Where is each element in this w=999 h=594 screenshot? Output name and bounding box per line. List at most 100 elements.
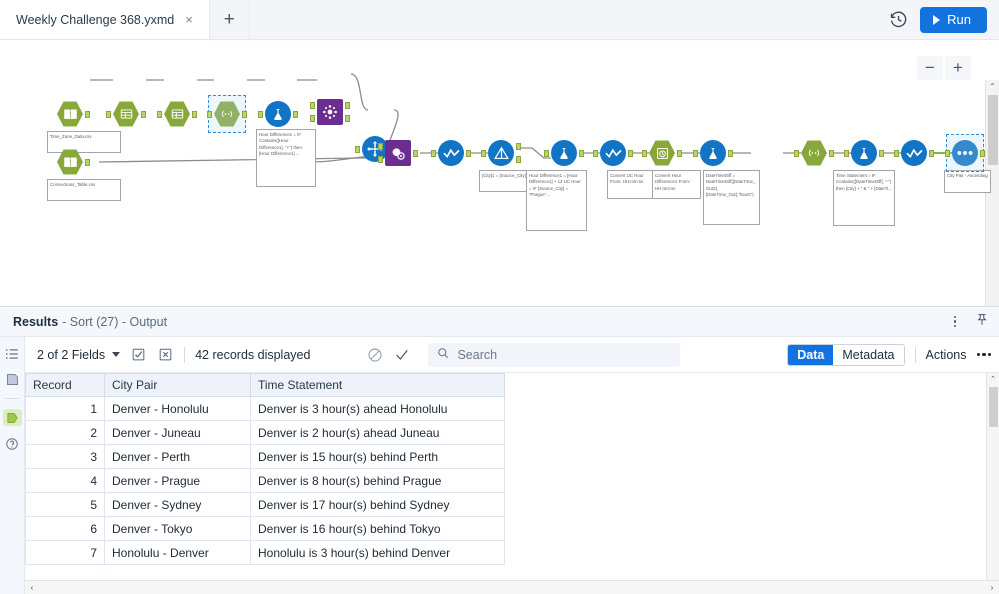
- scroll-right-arrow[interactable]: ›: [985, 583, 999, 592]
- output-anchor-true[interactable]: [516, 143, 521, 150]
- tool-formula-2[interactable]: Hour Difference1 = [Hour Difference1] + …: [526, 140, 587, 231]
- table-row[interactable]: 2 Denver - Juneau Denver is 2 hour(s) ah…: [25, 420, 505, 445]
- grid-horizontal-scrollbar[interactable]: ‹ ›: [25, 580, 999, 594]
- output-anchor[interactable]: [879, 150, 884, 157]
- column-header-time-statement[interactable]: Time Statement: [250, 373, 505, 397]
- scroll-left-arrow[interactable]: ‹: [25, 583, 39, 592]
- tool-filter[interactable]: [City]1 = [Source_City]: [479, 140, 534, 192]
- output-anchor-false[interactable]: [516, 156, 521, 163]
- input-anchor[interactable]: [207, 111, 212, 118]
- input-anchor[interactable]: [794, 150, 799, 157]
- input-anchor[interactable]: [844, 150, 849, 157]
- results-grid[interactable]: Record City Pair Time Statement 1 Denver…: [25, 373, 999, 594]
- input-anchor-top[interactable]: [310, 102, 315, 109]
- tab-metadata[interactable]: Metadata: [833, 344, 904, 365]
- tool-select-1[interactable]: [106, 101, 146, 127]
- input-anchor-left[interactable]: [378, 143, 383, 150]
- tool-datetime-2[interactable]: Convert Hour Difference1 From: HH:mm:ss …: [652, 140, 760, 225]
- input-anchor[interactable]: [258, 111, 263, 118]
- output-anchor[interactable]: [192, 111, 197, 118]
- output-anchor[interactable]: [85, 159, 90, 166]
- tab-data[interactable]: Data: [788, 344, 834, 365]
- input-anchor-right[interactable]: [378, 156, 383, 163]
- table-row[interactable]: 6 Denver - Tokyo Denver is 16 hour(s) be…: [25, 516, 505, 541]
- output-anchor[interactable]: [628, 150, 633, 157]
- run-button[interactable]: Run: [920, 6, 987, 33]
- scrollbar-thumb[interactable]: [988, 95, 998, 165]
- no-entry-icon[interactable]: [366, 346, 383, 363]
- list-view-icon[interactable]: [3, 345, 22, 362]
- output-anchor[interactable]: [677, 150, 682, 157]
- input-anchor[interactable]: [157, 111, 162, 118]
- tool-select-records-1[interactable]: [431, 140, 471, 166]
- output-anchor[interactable]: [929, 150, 934, 157]
- output-anchor[interactable]: [242, 111, 247, 118]
- tool-regex-2[interactable]: [794, 140, 834, 166]
- output-anchor[interactable]: [829, 150, 834, 157]
- tool-select-records-3[interactable]: [894, 140, 934, 166]
- checkbox-clear-icon[interactable]: [157, 346, 174, 363]
- tool-formula-1[interactable]: Hour Difference1 = IF Contains([Hour Dif…: [256, 101, 316, 187]
- input-anchor[interactable]: [355, 146, 360, 153]
- input-anchor[interactable]: [106, 111, 111, 118]
- input-anchor[interactable]: [693, 150, 698, 157]
- fields-dropdown[interactable]: 2 of 2 Fields: [37, 348, 121, 362]
- input-anchor[interactable]: [593, 150, 598, 157]
- tool-datetime-1[interactable]: Convert UC Hour From: HH:mm:ss: [607, 140, 682, 199]
- zoom-in-button[interactable]: +: [945, 56, 971, 80]
- input-anchor[interactable]: [544, 150, 549, 157]
- workflow-tab[interactable]: Weekly Challenge 368.yxmd ×: [0, 0, 210, 39]
- help-icon[interactable]: [3, 435, 22, 452]
- close-icon[interactable]: ×: [183, 11, 195, 28]
- actions-button[interactable]: Actions: [926, 348, 967, 362]
- table-row[interactable]: 1 Denver - Honolulu Denver is 3 hour(s) …: [25, 396, 505, 421]
- more-vertical-icon[interactable]: [951, 313, 960, 331]
- search-input[interactable]: [455, 346, 672, 363]
- tool-input-data-2[interactable]: Connections_Table.csv: [47, 149, 121, 201]
- search-box[interactable]: [428, 342, 681, 367]
- table-row[interactable]: 5 Denver - Sydney Denver is 17 hour(s) b…: [25, 492, 505, 517]
- input-anchor[interactable]: [431, 150, 436, 157]
- input-anchor[interactable]: [945, 150, 950, 157]
- zoom-out-button[interactable]: −: [917, 56, 943, 80]
- table-row[interactable]: 7 Honolulu - Denver Honolulu is 3 hour(s…: [25, 540, 505, 565]
- tool-regex-1[interactable]: [207, 95, 247, 133]
- tool-select-records-2[interactable]: [593, 140, 633, 166]
- column-header-record[interactable]: Record: [25, 373, 105, 397]
- output-anchor[interactable]: [466, 150, 471, 157]
- tool-input-data-1[interactable]: Time_Zone_Data.csv: [47, 101, 121, 153]
- input-anchor[interactable]: [642, 150, 647, 157]
- input-anchor[interactable]: [894, 150, 899, 157]
- output-anchor[interactable]: [980, 150, 985, 157]
- output-anchor-join[interactable]: [413, 150, 418, 157]
- output-anchor[interactable]: [293, 111, 298, 118]
- checkmark-icon[interactable]: [393, 346, 410, 363]
- tool-formula-4[interactable]: Time Statement = IF Contains([DateTimeDi…: [833, 140, 895, 226]
- checkbox-checked-icon[interactable]: [130, 346, 147, 363]
- tool-select-2[interactable]: [157, 101, 197, 127]
- scrollbar-thumb[interactable]: [989, 387, 998, 427]
- scroll-up-arrow[interactable]: ⌃: [986, 80, 999, 93]
- output-anchor[interactable]: [85, 111, 90, 118]
- data-box-icon[interactable]: [3, 371, 22, 388]
- output-anchor[interactable]: [141, 111, 146, 118]
- more-horizontal-icon[interactable]: [976, 352, 991, 357]
- output-anchor[interactable]: [579, 150, 584, 157]
- column-header-city-pair[interactable]: City Pair: [104, 373, 251, 397]
- output-anchor-top[interactable]: [345, 102, 350, 109]
- canvas-vertical-scrollbar[interactable]: ⌃ ⌄: [985, 80, 999, 308]
- output-anchor-icon[interactable]: [2, 409, 22, 426]
- pin-icon[interactable]: [975, 312, 989, 332]
- tool-sort[interactable]: City Pair - Ascending: [944, 134, 991, 193]
- table-row[interactable]: 4 Denver - Prague Denver is 8 hour(s) be…: [25, 468, 505, 493]
- tool-append-fields[interactable]: [310, 99, 350, 125]
- new-tab-button[interactable]: +: [209, 0, 250, 39]
- input-anchor[interactable]: [481, 150, 486, 157]
- canvas-surface[interactable]: Time_Zone_Data.csv Hour Difference1 = IF…: [0, 40, 991, 285]
- history-clock-icon[interactable]: [888, 10, 908, 30]
- table-row[interactable]: 3 Denver - Perth Denver is 15 hour(s) be…: [25, 444, 505, 469]
- output-anchor[interactable]: [728, 150, 733, 157]
- scroll-up-arrow[interactable]: ⌃: [987, 373, 999, 385]
- tool-join[interactable]: [378, 140, 418, 166]
- output-anchor-bottom[interactable]: [345, 115, 350, 122]
